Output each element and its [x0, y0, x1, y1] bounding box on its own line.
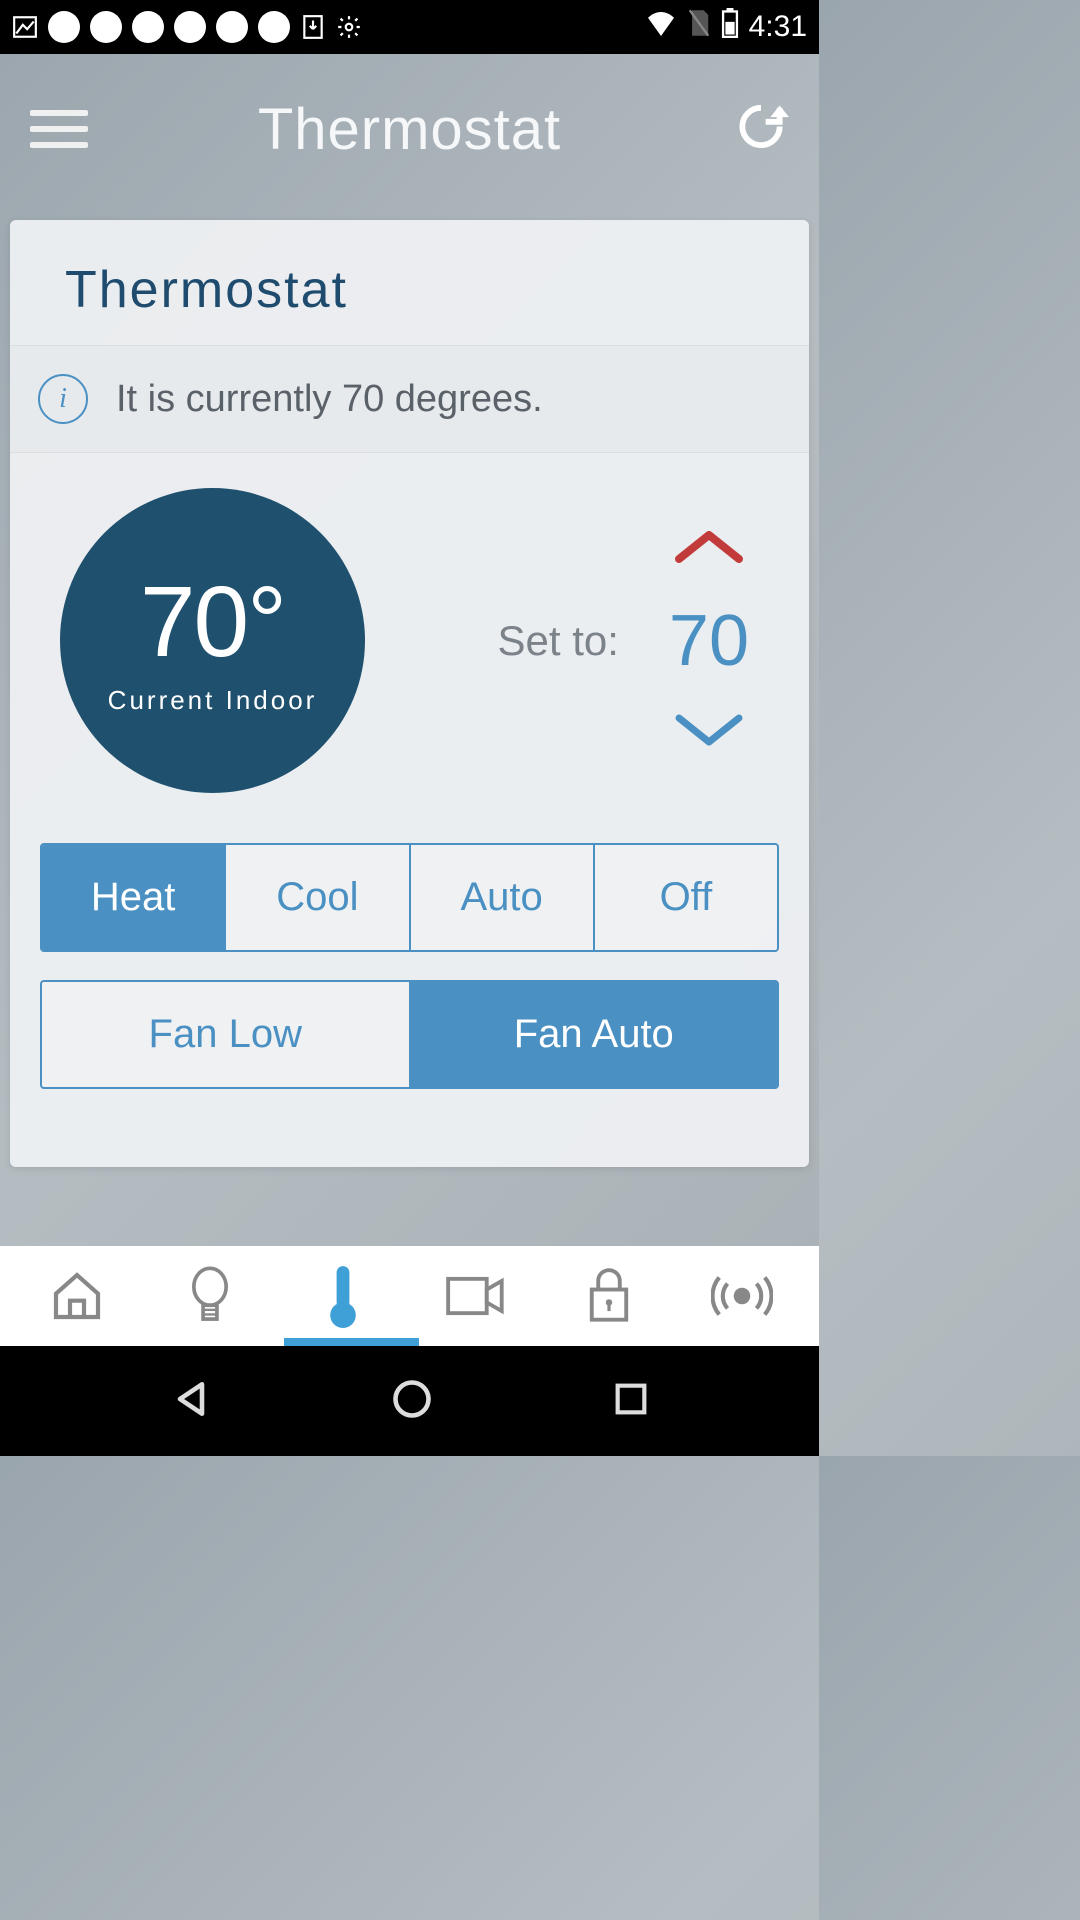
set-temp-value: 70 [669, 600, 749, 682]
fan-auto-button[interactable]: Fan Auto [411, 982, 778, 1087]
temp-stepper: 70 [669, 527, 749, 755]
temp-down-button[interactable] [673, 712, 745, 755]
no-sim-icon [687, 8, 711, 46]
mode-segmented-control: Heat Cool Auto Off [40, 843, 779, 952]
info-text: It is currently 70 degrees. [116, 378, 543, 421]
temperature-row: 70° Current Indoor Set to: 70 [10, 453, 809, 843]
fan-low-button[interactable]: Fan Low [42, 982, 411, 1087]
notification-dot-icon [48, 11, 80, 43]
page-title: Thermostat [0, 96, 819, 163]
android-home-button[interactable] [390, 1377, 434, 1426]
tab-home[interactable] [10, 1246, 143, 1346]
android-back-button[interactable] [169, 1377, 213, 1426]
tab-camera[interactable] [410, 1246, 543, 1346]
temp-up-button[interactable] [673, 527, 745, 570]
info-icon: i [38, 374, 88, 424]
tab-thermostat[interactable] [276, 1246, 409, 1346]
set-temp-block: Set to: 70 [365, 527, 789, 755]
picture-icon [12, 14, 38, 40]
menu-button[interactable] [30, 100, 88, 158]
set-to-label: Set to: [498, 617, 619, 665]
app-header: Thermostat [0, 54, 819, 204]
notification-dot-icon [174, 11, 206, 43]
thermostat-card: Thermostat i It is currently 70 degrees.… [10, 220, 809, 1167]
tab-indicator [284, 1338, 419, 1346]
current-temp-label: Current Indoor [108, 685, 318, 716]
mode-heat-button[interactable]: Heat [42, 845, 226, 950]
refresh-button[interactable] [733, 99, 789, 160]
info-banner: i It is currently 70 degrees. [10, 345, 809, 453]
spacer [0, 1167, 819, 1246]
mode-auto-button[interactable]: Auto [411, 845, 595, 950]
android-status-bar: 4:31 [0, 0, 819, 54]
status-time: 4:31 [749, 10, 807, 44]
android-recent-button[interactable] [611, 1379, 651, 1424]
card-title: Thermostat [10, 220, 809, 345]
notification-dot-icon [258, 11, 290, 43]
status-right: 4:31 [645, 8, 807, 46]
bottom-tab-bar [0, 1246, 819, 1346]
battery-icon [721, 8, 739, 46]
current-temp-display: 70° Current Indoor [60, 488, 365, 793]
tab-lights[interactable] [143, 1246, 276, 1346]
mode-off-button[interactable]: Off [595, 845, 777, 950]
download-icon [300, 14, 326, 40]
tab-lock[interactable] [543, 1246, 676, 1346]
android-nav-bar [0, 1346, 819, 1456]
fan-segmented-control: Fan Low Fan Auto [40, 980, 779, 1089]
current-temp-value: 70° [140, 565, 285, 680]
status-left [12, 11, 362, 43]
tab-sensor[interactable] [676, 1246, 809, 1346]
notification-dot-icon [90, 11, 122, 43]
gear-icon [336, 14, 362, 40]
mode-cool-button[interactable]: Cool [226, 845, 410, 950]
notification-dot-icon [216, 11, 248, 43]
notification-dot-icon [132, 11, 164, 43]
wifi-icon [645, 10, 677, 44]
